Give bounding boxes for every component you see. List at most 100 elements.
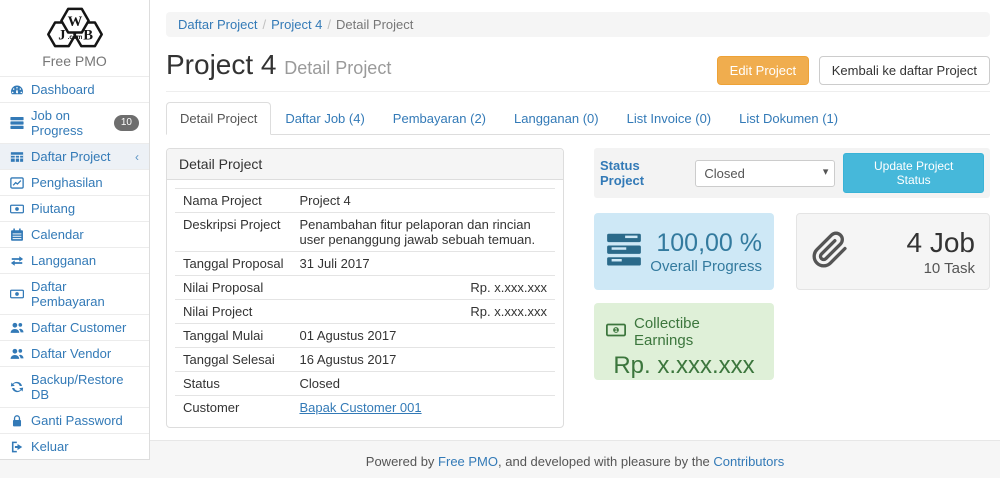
- row-value: Rp. x.xxx.xxx: [291, 276, 555, 300]
- panel-title: Detail Project: [167, 149, 563, 180]
- sidebar-item-calendar[interactable]: Calendar: [0, 221, 149, 247]
- sidebar-item-label: Penghasilan: [31, 175, 103, 190]
- job-count-badge: 10: [114, 115, 139, 131]
- free-pmo-link[interactable]: Free PMO: [438, 454, 498, 469]
- job-count: 4 Job: [907, 226, 976, 260]
- tasks-icon: [10, 116, 24, 130]
- row-label: Deskripsi Project: [175, 213, 291, 252]
- users-icon: [10, 347, 24, 361]
- row-value: Penambahan fitur pelaporan dan rincian u…: [291, 213, 555, 252]
- row-label: Nilai Proposal: [175, 276, 291, 300]
- sidebar-item-label: Backup/Restore DB: [31, 372, 139, 402]
- customer-link[interactable]: Bapak Customer 001: [299, 400, 421, 415]
- breadcrumb-project-4[interactable]: Project 4: [271, 17, 322, 32]
- tab-daftar-job[interactable]: Daftar Job (4): [271, 102, 378, 135]
- app-window: JWB .com Free PMO Dashboard Job on Progr…: [0, 0, 1000, 478]
- sidebar-item-keluar[interactable]: Keluar: [0, 433, 149, 459]
- table-icon: [10, 150, 24, 164]
- table-row: Tanggal Mulai 01 Agustus 2017: [175, 324, 555, 348]
- status-project-form: Status Project Closed Update Project Sta…: [594, 148, 990, 198]
- sidebar-item-backup-restore[interactable]: Backup/Restore DB: [0, 366, 149, 407]
- row-value: Closed: [291, 372, 555, 396]
- tab-list-dokumen[interactable]: List Dokumen (1): [725, 102, 852, 135]
- table-row: Nilai Proposal Rp. x.xxx.xxx: [175, 276, 555, 300]
- stat-boxes: 100,00 % Overall Progress 4 Job 10 Task: [594, 213, 990, 290]
- update-status-button[interactable]: Update Project Status: [843, 153, 984, 193]
- chevron-left-icon: ‹: [135, 151, 139, 163]
- sidebar-item-label: Keluar: [31, 439, 69, 454]
- sidebar-item-label: Dashboard: [31, 82, 95, 97]
- contributors-link[interactable]: Contributors: [713, 454, 784, 469]
- sidebar-item-daftar-project[interactable]: Daftar Project ‹: [0, 143, 149, 169]
- exchange-icon: [10, 254, 24, 268]
- status-project-label: Status Project: [600, 158, 687, 188]
- svg-text:B: B: [83, 28, 93, 44]
- sidebar-item-label: Calendar: [31, 227, 84, 242]
- main-content: Daftar Project/Project 4/Detail Project …: [150, 0, 1000, 440]
- table-row: Tanggal Proposal 31 Juli 2017: [175, 252, 555, 276]
- money-icon: [10, 287, 24, 301]
- status-select[interactable]: Closed: [695, 160, 835, 187]
- row-value: 16 Agustus 2017: [291, 348, 555, 372]
- sidebar-item-penghasilan[interactable]: Penghasilan: [0, 169, 149, 195]
- sidebar-item-langganan[interactable]: Langganan: [0, 247, 149, 273]
- tab-langganan[interactable]: Langganan (0): [500, 102, 613, 135]
- sidebar-item-job-on-progress[interactable]: Job on Progress 10: [0, 102, 149, 143]
- edit-project-button[interactable]: Edit Project: [717, 56, 809, 85]
- tab-content: Detail Project Nama Project Project 4 De…: [166, 148, 990, 428]
- breadcrumb: Daftar Project/Project 4/Detail Project: [166, 12, 990, 37]
- sidebar-item-label: Daftar Customer: [31, 320, 126, 335]
- tab-detail-project[interactable]: Detail Project: [166, 102, 271, 135]
- earnings-value: Rp. x.xxx.xxx: [606, 352, 762, 380]
- refresh-icon: [10, 380, 24, 394]
- tasks-icon: [606, 232, 642, 271]
- sidebar-item-daftar-pembayaran[interactable]: Daftar Pembayaran: [0, 273, 149, 314]
- row-label: Nama Project: [175, 189, 291, 213]
- sidebar-nav: Dashboard Job on Progress 10 Daftar Proj…: [0, 76, 149, 459]
- breadcrumb-separator: /: [257, 17, 271, 32]
- sidebar-item-label: Ganti Password: [31, 413, 123, 428]
- line-chart-icon: [10, 176, 24, 190]
- tab-list-invoice[interactable]: List Invoice (0): [613, 102, 726, 135]
- sidebar-item-dashboard[interactable]: Dashboard: [0, 76, 149, 102]
- tab-pembayaran[interactable]: Pembayaran (2): [379, 102, 500, 135]
- lock-icon: [10, 414, 24, 428]
- status-select-wrapper: Closed: [695, 160, 835, 187]
- row-value: 31 Juli 2017: [291, 252, 555, 276]
- footer-text: , and developed with pleasure by the: [498, 454, 713, 469]
- table-row: Tanggal Selesai 16 Agustus 2017: [175, 348, 555, 372]
- svg-text:J: J: [58, 28, 65, 44]
- back-to-list-button[interactable]: Kembali ke daftar Project: [819, 56, 990, 85]
- sidebar-item-daftar-vendor[interactable]: Daftar Vendor: [0, 340, 149, 366]
- svg-text:W: W: [67, 14, 82, 30]
- sidebar: JWB .com Free PMO Dashboard Job on Progr…: [0, 0, 150, 460]
- sign-out-icon: [10, 440, 24, 454]
- project-tabs: Detail Project Daftar Job (4) Pembayaran…: [166, 102, 990, 135]
- sidebar-item-ganti-password[interactable]: Ganti Password: [0, 407, 149, 433]
- row-label: Tanggal Selesai: [175, 348, 291, 372]
- breadcrumb-daftar-project[interactable]: Daftar Project: [178, 17, 257, 32]
- main-column: Daftar Project/Project 4/Detail Project …: [150, 0, 1000, 478]
- brand-logo[interactable]: JWB .com: [29, 5, 121, 52]
- progress-text: 100,00 % Overall Progress: [650, 228, 762, 275]
- page-subtitle: Detail Project: [284, 58, 391, 78]
- row-label: Status: [175, 372, 291, 396]
- detail-project-panel: Detail Project Nama Project Project 4 De…: [166, 148, 564, 428]
- sidebar-item-label: Daftar Vendor: [31, 346, 111, 361]
- progress-value: 100,00 %: [650, 228, 762, 258]
- earnings-title: Collectibe Earnings: [634, 315, 762, 349]
- svg-text:.com: .com: [67, 34, 82, 41]
- brand-name: Free PMO: [0, 53, 149, 69]
- brand: JWB .com Free PMO: [0, 0, 149, 76]
- table-row: Nilai Project Rp. x.xxx.xxx: [175, 300, 555, 324]
- right-column: Status Project Closed Update Project Sta…: [594, 148, 990, 428]
- task-count: 10 Task: [907, 260, 976, 277]
- sidebar-item-label: Job on Progress: [31, 108, 107, 138]
- sidebar-item-daftar-customer[interactable]: Daftar Customer: [0, 314, 149, 340]
- sidebar-item-piutang[interactable]: Piutang: [0, 195, 149, 221]
- breadcrumb-separator: /: [322, 17, 336, 32]
- calendar-icon: [10, 228, 24, 242]
- table-row: Deskripsi Project Penambahan fitur pelap…: [175, 213, 555, 252]
- row-value: Rp. x.xxx.xxx: [291, 300, 555, 324]
- sidebar-item-label: Langganan: [31, 253, 96, 268]
